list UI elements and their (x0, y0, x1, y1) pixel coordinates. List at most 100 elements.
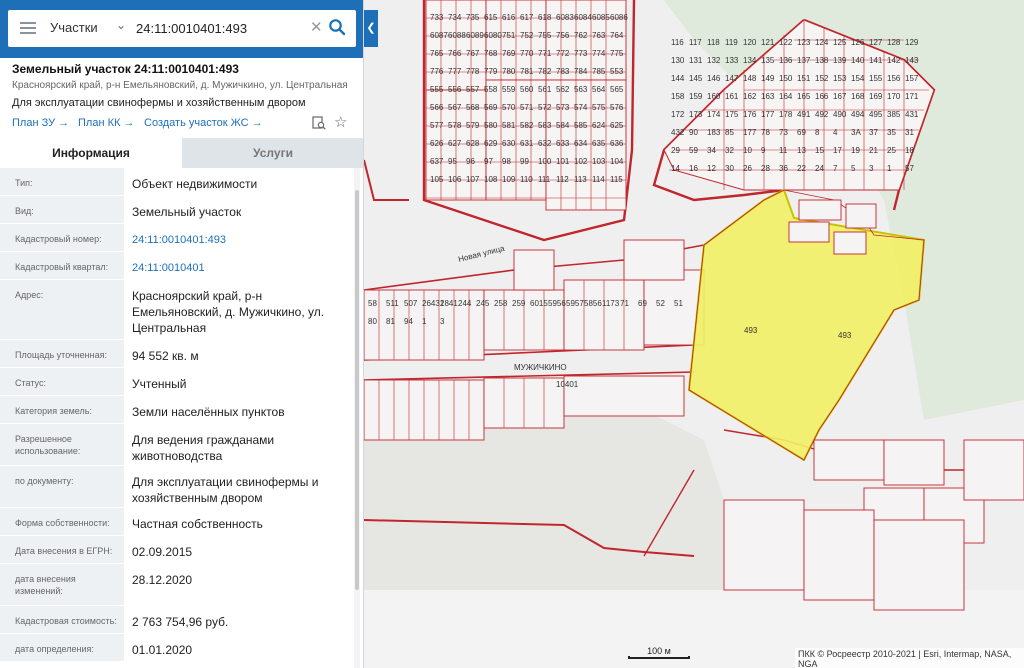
parcel-number-label: 155 (869, 74, 883, 83)
search-input[interactable] (136, 16, 306, 40)
parcel-number-label: 58 (368, 299, 377, 308)
parcel-number-label: 32 (725, 146, 734, 155)
create-parcel-link[interactable]: Создать участок ЖС → (144, 117, 263, 129)
report-icon[interactable] (312, 116, 326, 130)
parcel-purpose: Для эксплуатации свинофермы и хозяйствен… (12, 97, 306, 109)
tab-information[interactable]: Информация (0, 138, 182, 168)
attribute-label: Разрешенное использование: (0, 424, 124, 465)
layer-select[interactable]: Участки (50, 20, 98, 35)
parcel-number-label: 631 (520, 139, 534, 148)
parcel-number-label: 177 (743, 128, 757, 137)
parcel-number-label: 105 (430, 175, 444, 184)
parcel-number-label: 6088 (448, 31, 466, 40)
parcel-number-label: 159 (689, 92, 703, 101)
parcel-number-label: 94 (404, 317, 413, 326)
parcel-number-label: 626 (430, 139, 444, 148)
info-panel: Участки ⌄ ✕ Земельный участок 24:11:0010… (0, 0, 364, 668)
parcel-number-label: 385 (887, 110, 901, 119)
parcel-number-label: 569 (484, 103, 498, 112)
parcel-number-label: 142 (887, 56, 901, 65)
attribute-link[interactable]: 24:11:0010401:493 (132, 232, 342, 248)
attribute-row: Статус: Учтенный (0, 368, 354, 396)
parcel-number-label: 766 (448, 49, 462, 58)
parcel-number-label: 175 (725, 110, 739, 119)
parcel-number-label: 57 (905, 164, 914, 173)
parcel-number-label: 6089 (466, 31, 484, 40)
parcel-number-label: 183 (707, 128, 721, 137)
parcel-number-label: 494 (851, 110, 865, 119)
parcel-number-label: 163 (761, 92, 775, 101)
parcel-number-label: 106 (448, 175, 462, 184)
attribute-row: дата определения: 01.01.2020 (0, 634, 354, 662)
attribute-value: Земли населённых пунктов (132, 405, 285, 419)
parcel-number-label: 37 (869, 128, 878, 137)
attribute-value: Объект недвижимости (132, 177, 258, 191)
parcel-number-label: 132 (707, 56, 721, 65)
parcel-number-label: 578 (448, 121, 462, 130)
search-icon[interactable] (328, 18, 346, 36)
parcel-number-label: 559 (502, 85, 516, 94)
parcel-number-label: 630 (502, 139, 516, 148)
parcel-number-label: 99 (520, 157, 529, 166)
parcel-number-label: 151 (797, 74, 811, 83)
parcel-number-label: 577 (430, 121, 444, 130)
parcel-number-label: 511 (386, 299, 399, 308)
parcel-number-label: 172 (671, 110, 685, 119)
parcel-number-label: 565 (610, 85, 624, 94)
parcel-number-label: 150 (779, 74, 793, 83)
attribute-table: Тип: Объект недвижимости Вид: Земельный уча… (0, 168, 354, 662)
parcel-number-label: 244 (458, 299, 472, 308)
parcel-number-label: 124 (815, 38, 829, 47)
plan-zu-label: План ЗУ (12, 117, 56, 129)
parcel-number-label: 571 (520, 103, 534, 112)
parcel-number-label: 756 (556, 31, 570, 40)
parcel-number-label: 5956 (548, 299, 566, 308)
parcel-number-label: 103 (592, 157, 606, 166)
parcel-number-label: 160 (707, 92, 721, 101)
parcel-labels: 733 734 735 615 616 617 618 6083 6084 6085 6086608… (368, 13, 919, 326)
parcel-number-label: 22 (797, 164, 806, 173)
parcel-number-label: 35 (887, 128, 896, 137)
parcel-number-label: 780 (502, 67, 516, 76)
parcel-number-label: 154 (851, 74, 865, 83)
arrow-right-icon: → (123, 117, 135, 129)
parcel-number-label: 4 (833, 128, 838, 137)
parcel-number-label: 11 (779, 146, 788, 155)
map-view[interactable]: Новая улица МУЖИЧКИНО 10401 493 493 733 7… (364, 0, 1024, 668)
parcel-number-label: 128 (887, 38, 901, 47)
parcel-number-label: 144 (671, 74, 685, 83)
parcel-number-label: 114 (592, 175, 605, 184)
parcel-title: Земельный участок 24:11:0010401:493 (12, 62, 239, 76)
parcel-number-label: 1 (422, 317, 427, 326)
attribute-link[interactable]: 24:11:0010401 (132, 260, 342, 276)
scrollbar-thumb[interactable] (355, 190, 359, 590)
parcel-number-label: 98 (502, 157, 511, 166)
parcel-number-label: 556 (448, 85, 462, 94)
menu-icon[interactable] (20, 22, 36, 35)
parcel-number-label: 171 (905, 92, 919, 101)
parcel-number-label: 774 (592, 49, 606, 58)
parcel-number-label: 123 (797, 38, 811, 47)
parcel-number-label: 627 (448, 139, 462, 148)
star-icon[interactable]: ☆ (334, 113, 347, 131)
parcel-number-label: 3 (440, 317, 445, 326)
parcel-number-label: 100 (538, 157, 552, 166)
chevron-down-icon[interactable]: ⌄ (116, 18, 126, 32)
attribute-value: 02.09.2015 (132, 545, 193, 559)
parcel-number-label: 131 (689, 56, 703, 65)
parcel-number-label: 157 (905, 74, 919, 83)
close-icon[interactable]: ✕ (310, 18, 323, 36)
parcel-number-label: 781 (520, 67, 534, 76)
parcel-number-label: 773 (574, 49, 588, 58)
parcel-number-label: 17 (833, 146, 842, 155)
parcel-number-label: 111 (538, 175, 551, 184)
parcel-number-label: 145 (689, 74, 703, 83)
tab-services[interactable]: Услуги (182, 138, 363, 168)
plan-kk-link[interactable]: План КК → (78, 117, 134, 129)
plan-zu-link[interactable]: План ЗУ → (12, 117, 69, 129)
parcel-number-label: 169 (869, 92, 883, 101)
parcel-number-label: 624 (592, 121, 606, 130)
collapse-panel-button[interactable]: ❮ (364, 10, 378, 47)
parcel-number-label: 113 (574, 175, 587, 184)
parcel-number-label: 119 (725, 38, 738, 47)
